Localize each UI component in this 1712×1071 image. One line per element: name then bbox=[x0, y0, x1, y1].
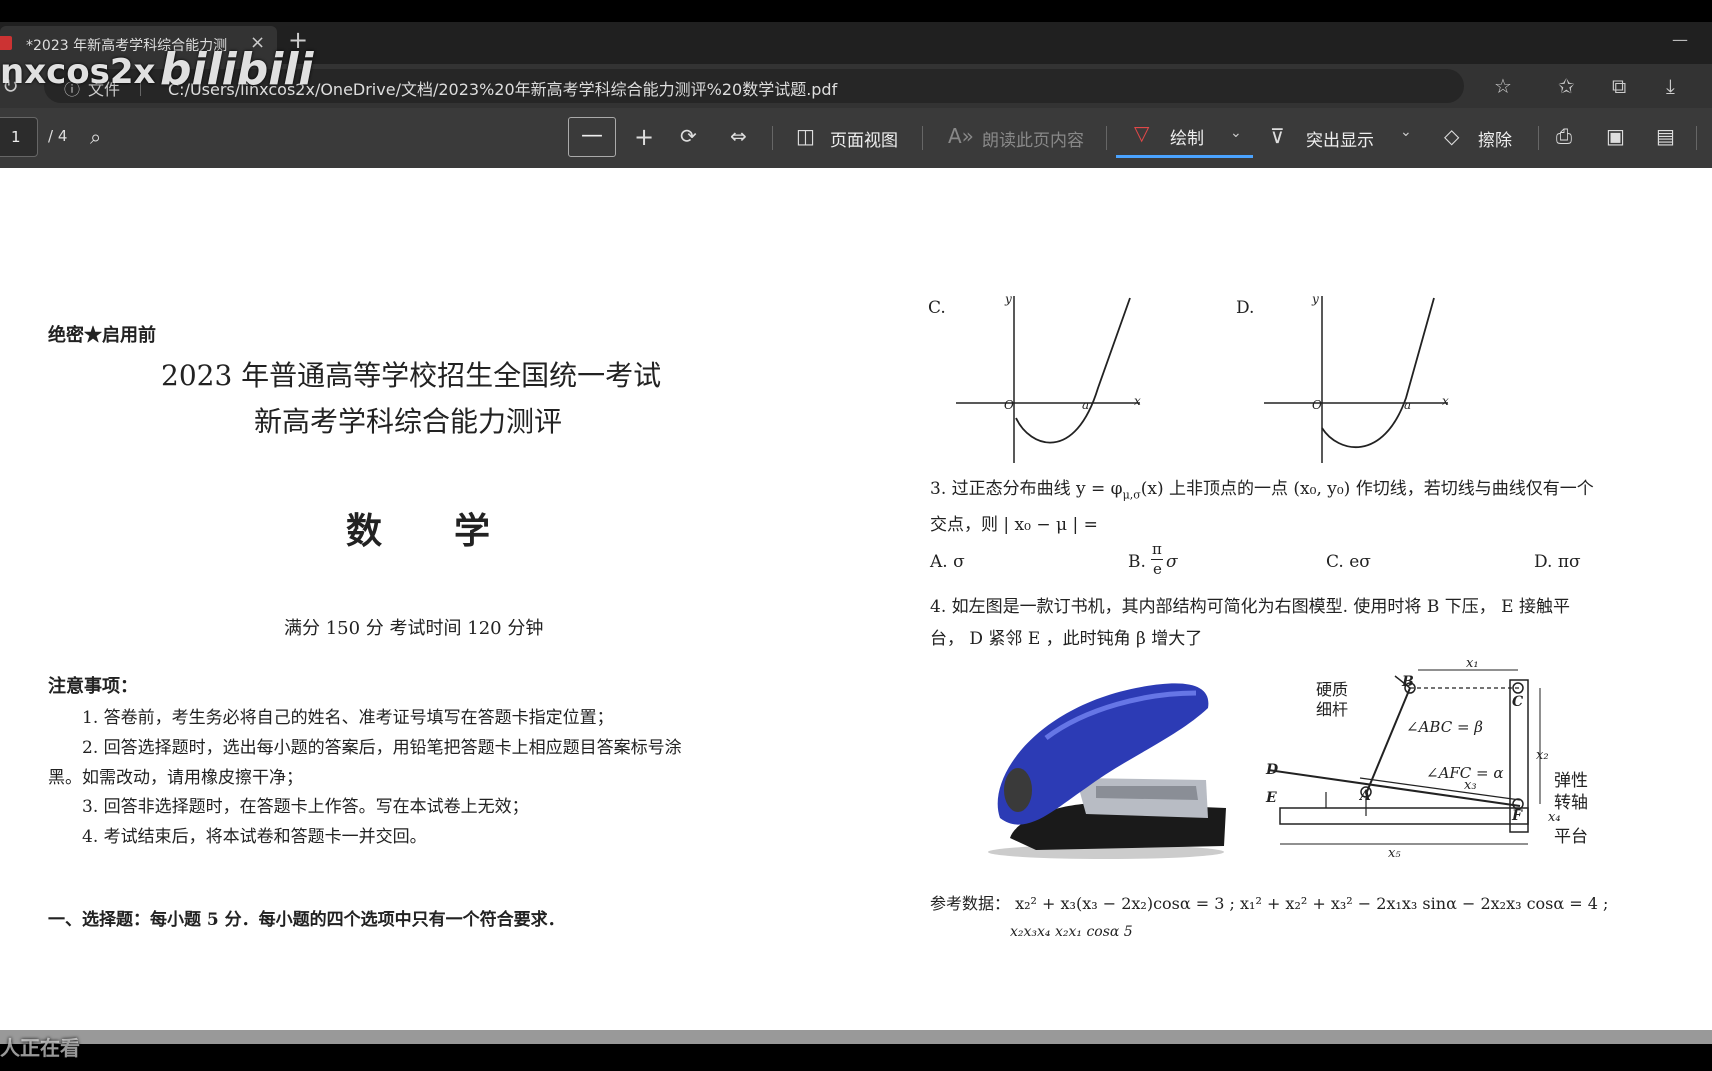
root-label: a bbox=[1082, 398, 1090, 412]
eraser-icon[interactable]: ◇ bbox=[1444, 124, 1459, 148]
toolbar-divider bbox=[772, 126, 773, 150]
option-d-label: D. bbox=[1236, 298, 1255, 318]
save-as-icon[interactable]: ▤ bbox=[1656, 124, 1675, 148]
minimize-button[interactable]: — bbox=[1672, 30, 1688, 49]
point-f: F bbox=[1512, 808, 1522, 824]
pen-icon: ▽ bbox=[1134, 121, 1150, 145]
origin-label: O bbox=[1312, 398, 1322, 412]
axis-y-label: y bbox=[1005, 292, 1012, 306]
uploader-watermark: nxcos2x bbox=[0, 52, 156, 92]
secret-label: 绝密★启用前 bbox=[48, 325, 156, 346]
axis-x-label: x bbox=[1134, 394, 1141, 408]
notice-title: 注意事项： bbox=[48, 676, 138, 697]
highlighter-icon[interactable]: ⊽ bbox=[1270, 124, 1285, 148]
origin-label: O bbox=[1004, 398, 1014, 412]
point-c: C bbox=[1512, 694, 1524, 710]
notice-item: 4. 考试结束后，将本试卷和答题卡一并交回。 bbox=[82, 827, 427, 847]
graph-c bbox=[956, 296, 1140, 463]
page-number: 1 bbox=[11, 128, 21, 146]
option-c-label: C. bbox=[928, 298, 946, 318]
rotate-icon[interactable]: ⟳ bbox=[680, 124, 697, 148]
q3-option-a: A. σ bbox=[930, 552, 965, 572]
viewer-count: 人正在看 bbox=[0, 1036, 80, 1060]
q3-option-b-numerator: π bbox=[1152, 540, 1162, 558]
toolbar-divider bbox=[1696, 126, 1697, 150]
point-a: A bbox=[1360, 788, 1371, 804]
question-4-line1: 4. 如左图是一款订书机，其内部结构可简化为右图模型. 使用时将 B 下压， E… bbox=[930, 597, 1570, 617]
angle-abc: ∠ABC = β bbox=[1406, 718, 1483, 736]
root-label: a bbox=[1404, 398, 1412, 412]
exam-subtitle: 新高考学科综合能力测评 bbox=[254, 405, 563, 438]
point-b: B bbox=[1402, 674, 1414, 690]
toolbar-divider bbox=[922, 126, 923, 150]
draw-button[interactable]: ▽ 绘制 ⌄ bbox=[1116, 115, 1253, 158]
length-x1: x₁ bbox=[1466, 656, 1479, 671]
length-x5: x₅ bbox=[1388, 846, 1401, 861]
page-total: / 4 bbox=[48, 127, 68, 145]
zoom-in-button[interactable]: + bbox=[634, 123, 654, 151]
read-aloud-button[interactable]: 朗读此页内容 bbox=[982, 126, 1084, 151]
subject-title: 数 学 bbox=[346, 510, 491, 552]
notice-item: 2. 回答选择题时，选出每小题的答案后，用铅笔把答题卡上相应题目答案标号涂 bbox=[82, 738, 682, 758]
chevron-down-icon[interactable]: ⌄ bbox=[1400, 124, 1412, 140]
score-time: 满分 150 分 考试时间 120 分钟 bbox=[284, 618, 544, 639]
zoom-out-button[interactable]: — bbox=[568, 117, 616, 157]
bottom-edge bbox=[0, 1044, 1712, 1071]
point-e: E bbox=[1266, 790, 1277, 806]
q3-text-a: 3. 过正态分布曲线 y = φ bbox=[930, 479, 1123, 499]
pdf-favicon-icon bbox=[0, 36, 12, 50]
length-x2: x₂ bbox=[1536, 748, 1549, 763]
notice-item: 3. 回答非选择题时，在答题卡上作答。写在本试卷上无效； bbox=[82, 797, 529, 817]
chevron-down-icon[interactable]: ⌄ bbox=[1230, 125, 1242, 141]
bilibili-logo: bilibili bbox=[160, 44, 314, 95]
collections-icon[interactable]: ⧉ bbox=[1612, 74, 1626, 98]
platform-label: 平台 bbox=[1554, 827, 1588, 847]
downloads-icon[interactable]: ⤓ bbox=[1666, 74, 1675, 98]
q3-option-b-denominator: e bbox=[1153, 560, 1162, 578]
axis-y-label: y bbox=[1312, 292, 1319, 306]
save-icon[interactable]: ▣ bbox=[1606, 124, 1625, 148]
highlight-button[interactable]: 突出显示 bbox=[1306, 126, 1374, 151]
point-d: D bbox=[1266, 762, 1279, 778]
rod-label-2: 细杆 bbox=[1316, 700, 1349, 719]
length-x4: x₄ bbox=[1548, 810, 1561, 825]
q3-option-b: B. bbox=[1128, 552, 1146, 572]
reference-data: 参考数据： x₂² + x₃(x₃ − 2x₂)cosα = 3 ; x₁² +… bbox=[930, 894, 1609, 913]
favorites-icon[interactable]: ✩ bbox=[1558, 74, 1575, 98]
stapler-photo bbox=[988, 683, 1226, 859]
horizontal-scrollbar[interactable] bbox=[0, 1030, 1712, 1044]
q3-option-c: C. eσ bbox=[1326, 552, 1371, 572]
section-heading: 一、选择题：每小题 5 分．每小题的四个选项中只有一个符合要求． bbox=[48, 910, 565, 930]
q3-subscript: μ,σ bbox=[1122, 488, 1141, 502]
notice-item: 1. 答卷前，考生务必将自己的姓名、准考证号填写在答题卡指定位置； bbox=[82, 708, 614, 728]
search-icon[interactable]: ⌕ bbox=[90, 125, 101, 149]
notice-item: 黑。如需改动，请用橡皮擦干净； bbox=[48, 768, 303, 788]
read-aloud-icon[interactable]: A» bbox=[948, 124, 974, 148]
fit-page-icon[interactable]: ⇔ bbox=[730, 124, 747, 148]
exam-title: 2023 年普通高等学校招生全国统一考试 bbox=[161, 359, 662, 392]
page-number-input[interactable]: 1 bbox=[0, 117, 38, 157]
pdf-page: 绝密★启用前 2023 年普通高等学校招生全国统一考试 新高考学科综合能力测评 … bbox=[0, 168, 1712, 1030]
toolbar-divider bbox=[1538, 126, 1539, 150]
toolbar-divider bbox=[1106, 126, 1107, 150]
print-icon[interactable]: ⎙ bbox=[1556, 124, 1572, 148]
draw-label: 绘制 bbox=[1170, 129, 1204, 149]
length-x3: x₃ bbox=[1464, 778, 1477, 793]
question-4-line2: 台， D 紧邻 E ，此时钝角 β 增大了 bbox=[930, 629, 1203, 649]
add-favorite-icon[interactable]: ☆ bbox=[1494, 74, 1512, 98]
page-view-button[interactable]: 页面视图 bbox=[830, 126, 898, 151]
window-top-edge bbox=[0, 0, 1712, 22]
q3-text-b: (x) 上非顶点的一点 (x₀, y₀) 作切线，若切线与曲线仅有一个 bbox=[1140, 479, 1594, 499]
graph-d bbox=[1264, 296, 1448, 463]
question-3-line1: 3. 过正态分布曲线 y = φμ,σ(x) 上非顶点的一点 (x₀, y₀) … bbox=[930, 474, 1594, 501]
q3-option-b-sigma: σ bbox=[1166, 552, 1178, 572]
axis-x-label: x bbox=[1442, 394, 1449, 408]
cut-off-line: x₂x₃x₄ x₂x₁ cosα 5 bbox=[1010, 924, 1133, 940]
page-view-icon[interactable]: ◫ bbox=[796, 124, 815, 148]
question-3-line2: 交点，则 | x₀ − μ | = bbox=[930, 515, 1098, 535]
q3-option-d: D. πσ bbox=[1534, 552, 1581, 572]
erase-button[interactable]: 擦除 bbox=[1478, 126, 1512, 151]
